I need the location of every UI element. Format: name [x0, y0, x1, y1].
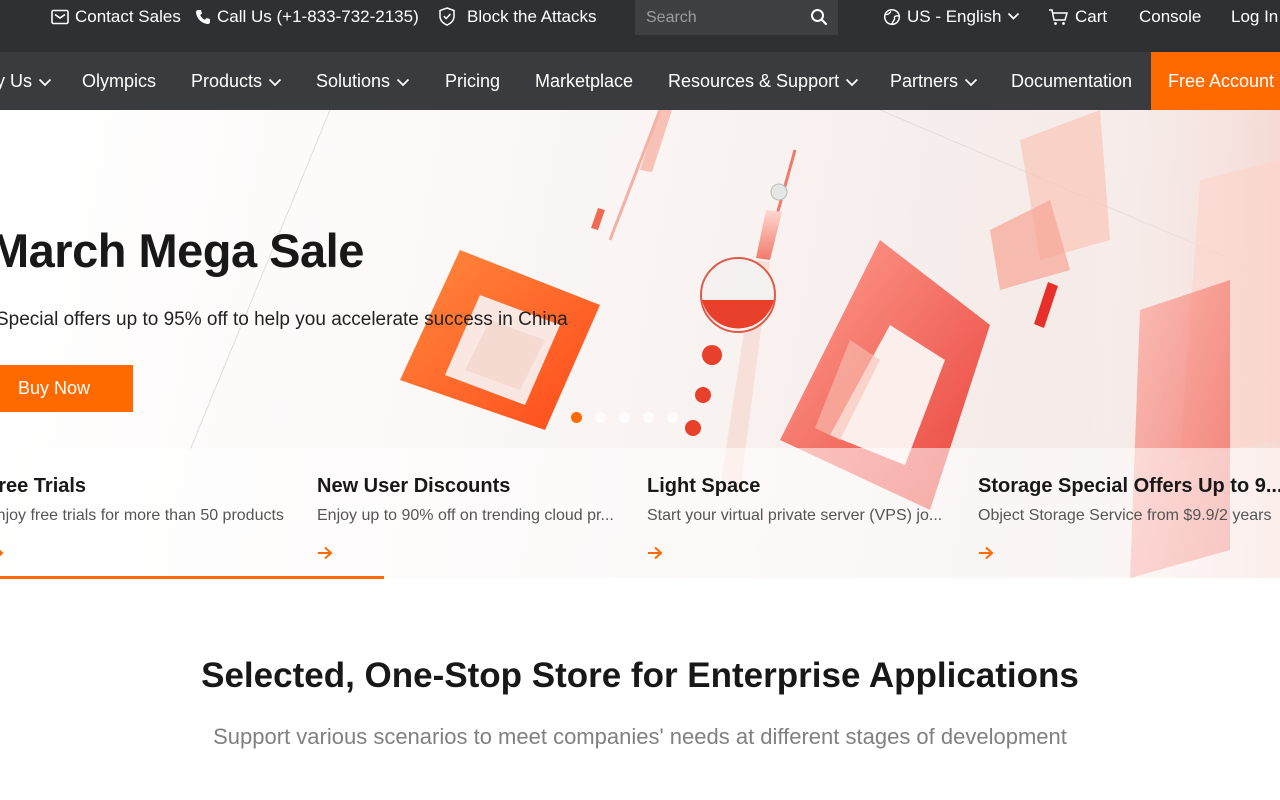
promo-title: Light Space — [647, 475, 761, 497]
cart-link[interactable]: Cart — [1048, 0, 1107, 33]
arrow-right-icon — [0, 546, 4, 565]
promo-title: Free Trials — [0, 475, 87, 497]
search-input[interactable] — [635, 0, 795, 35]
nav-item-products[interactable]: Products — [191, 52, 282, 110]
phone-icon — [195, 9, 211, 25]
nav-item-label: Pricing — [445, 70, 501, 91]
carousel-dot[interactable] — [643, 412, 654, 423]
nav-item-solutions[interactable]: Solutions — [316, 52, 410, 110]
top-utility-bar: Contact Sales Call Us (+1-833-732-2135) … — [0, 0, 1280, 52]
call-us-label: Call Us (+1-833-732-2135) — [217, 6, 419, 26]
mail-icon — [51, 9, 69, 25]
cart-icon — [1048, 8, 1069, 26]
arrow-right-icon — [317, 546, 333, 565]
chevron-down-icon — [396, 71, 410, 92]
nav-item-partners[interactable]: Partners — [890, 52, 978, 110]
promo-progress-bar — [0, 576, 384, 579]
carousel-dots — [571, 412, 678, 423]
nav-item-label: Marketplace — [535, 70, 634, 91]
search-box — [635, 0, 838, 35]
block-attacks-label: Block the Attacks — [467, 6, 597, 26]
promo-title: New User Discounts — [317, 475, 511, 497]
nav-item-why-us[interactable]: y Us — [0, 52, 52, 110]
contact-sales-link[interactable]: Contact Sales — [51, 0, 181, 33]
carousel-dot[interactable] — [619, 412, 630, 423]
arrow-right-icon — [978, 546, 994, 565]
nav-item-label: Resources & Support — [668, 70, 840, 91]
chevron-down-icon — [964, 71, 978, 92]
main-nav: y Us Olympics Products Solutions Pricing… — [0, 52, 1280, 110]
nav-item-documentation[interactable]: Documentation — [1011, 52, 1132, 110]
call-us-link[interactable]: Call Us (+1-833-732-2135) — [195, 0, 419, 33]
promo-card-free-trials[interactable]: Free Trials Enjoy free trials for more t… — [0, 448, 306, 578]
carousel-dot[interactable] — [595, 412, 606, 423]
chevron-down-icon — [845, 71, 859, 92]
login-label: Log In — [1231, 6, 1279, 26]
promo-card-new-user-discounts[interactable]: New User Discounts Enjoy up to 90% off o… — [317, 448, 637, 578]
nav-item-olympics[interactable]: Olympics — [82, 52, 156, 110]
nav-item-label: y Us — [0, 70, 32, 91]
hero-subtitle: Special offers up to 95% off to help you… — [0, 309, 568, 330]
free-account-button[interactable]: Free Account — [1151, 52, 1280, 110]
chevron-down-icon — [1007, 12, 1020, 21]
nav-item-marketplace[interactable]: Marketplace — [535, 52, 633, 110]
search-icon[interactable] — [810, 8, 828, 26]
language-label: US - English — [907, 6, 1002, 26]
promo-desc: Object Storage Service from $9.9/2 years — [978, 507, 1272, 524]
buy-now-button[interactable]: Buy Now — [0, 365, 133, 412]
promo-desc: Start your virtual private server (VPS) … — [647, 507, 943, 524]
nav-item-label: Documentation — [1011, 70, 1133, 91]
arrow-right-icon — [647, 546, 663, 565]
promo-desc: Enjoy free trials for more than 50 produ… — [0, 507, 284, 524]
nav-item-label: Olympics — [82, 70, 157, 91]
nav-item-label: Products — [191, 70, 263, 91]
nav-item-label: Partners — [890, 70, 959, 91]
promo-card-light-space[interactable]: Light Space Start your virtual private s… — [647, 448, 967, 578]
console-link[interactable]: Console — [1139, 0, 1201, 33]
section-title: Selected, One-Stop Store for Enterprise … — [201, 656, 1079, 695]
free-account-label: Free Account — [1168, 70, 1275, 91]
shield-icon — [438, 7, 456, 26]
carousel-dot[interactable] — [571, 412, 582, 423]
carousel-dot[interactable] — [667, 412, 678, 423]
globe-icon — [883, 8, 901, 26]
promo-card-storage-offers[interactable]: Storage Special Offers Up to 9... Object… — [978, 448, 1280, 578]
console-label: Console — [1139, 6, 1202, 26]
contact-sales-label: Contact Sales — [75, 6, 181, 26]
block-attacks-link[interactable]: Block the Attacks — [438, 0, 596, 33]
promo-title: Storage Special Offers Up to 9... — [978, 475, 1280, 497]
promo-strip: Free Trials Enjoy free trials for more t… — [0, 448, 1280, 578]
nav-item-resources-support[interactable]: Resources & Support — [668, 52, 859, 110]
page: Contact Sales Call Us (+1-833-732-2135) … — [0, 0, 1280, 800]
chevron-down-icon — [38, 71, 52, 92]
hero-title: March Mega Sale — [0, 224, 364, 277]
nav-item-pricing[interactable]: Pricing — [445, 52, 500, 110]
cart-label: Cart — [1075, 6, 1108, 26]
login-link[interactable]: Log In — [1231, 0, 1278, 33]
section-subtitle: Support various scenarios to meet compan… — [213, 724, 1067, 749]
language-selector[interactable]: US - English — [883, 0, 1020, 33]
promo-desc: Enjoy up to 90% off on trending cloud pr… — [317, 507, 614, 524]
chevron-down-icon — [268, 71, 282, 92]
nav-item-label: Solutions — [316, 70, 391, 91]
